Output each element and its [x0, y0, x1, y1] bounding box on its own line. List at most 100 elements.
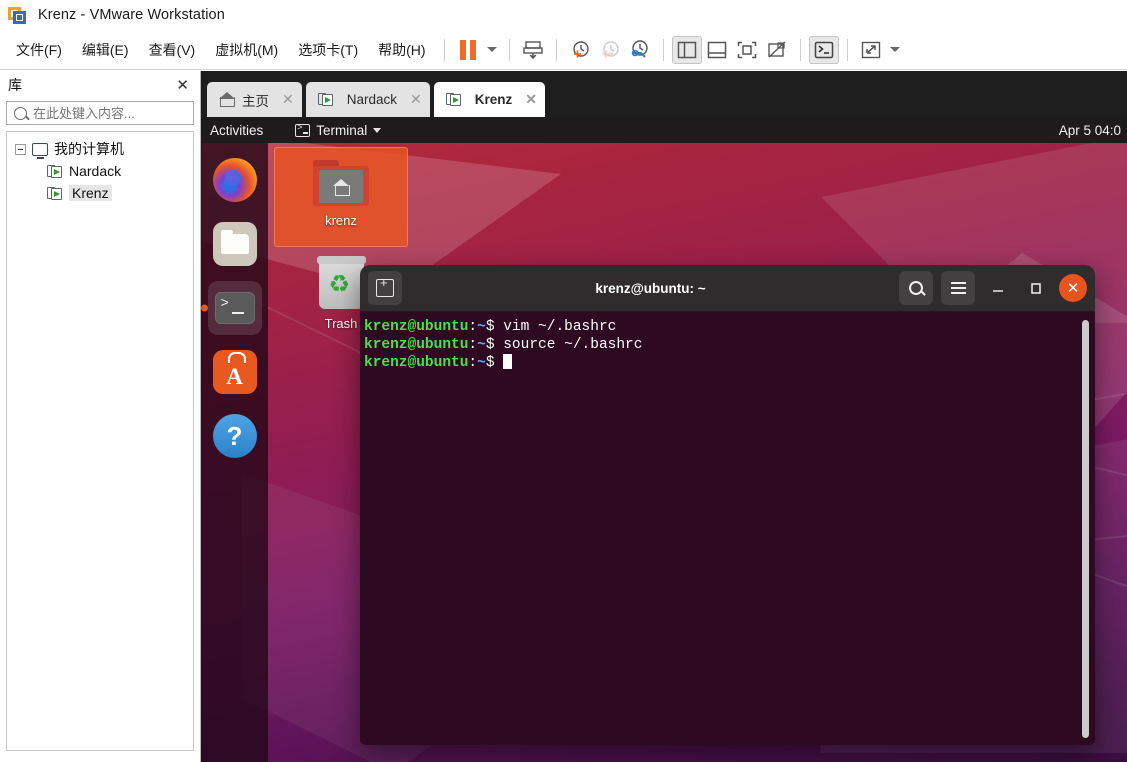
terminal-line: krenz@ubuntu:~$ source ~/.bashrc	[362, 336, 1095, 354]
dock-item-files[interactable]	[208, 217, 262, 271]
tree-item-nardack[interactable]: Nardack	[7, 160, 193, 182]
chevron-down-icon	[373, 127, 382, 133]
terminal-search-button[interactable]	[899, 271, 933, 305]
prompt-sign: $	[485, 355, 495, 371]
suspend-button[interactable]	[453, 36, 483, 64]
terminal-window[interactable]: krenz@ubuntu: ~	[360, 265, 1095, 745]
tab-nardack[interactable]: Nardack ✕	[305, 82, 430, 117]
prompt-path: ~	[477, 355, 486, 371]
tab-close-icon[interactable]: ✕	[410, 91, 422, 108]
search-icon	[14, 106, 27, 120]
maximize-icon	[1031, 283, 1041, 294]
system-clock[interactable]: Apr 5 04:0	[1059, 123, 1121, 138]
desktop-icon-label: Trash	[324, 316, 358, 331]
prompt-sign: $	[485, 337, 495, 353]
revert-snapshot-button[interactable]	[595, 36, 625, 64]
home-icon	[219, 91, 235, 107]
ubuntu-software-icon: A	[212, 350, 257, 394]
menu-view[interactable]: 查看(V)	[139, 36, 206, 64]
hide-console-view-button[interactable]	[762, 36, 792, 64]
terminal-line: krenz@ubuntu:~$ vim ~/.bashrc	[362, 318, 1095, 336]
fullscreen-button[interactable]	[856, 36, 886, 64]
clock-plus-icon	[572, 40, 589, 57]
menu-toolbar: 文件(F) 编辑(E) 查看(V) 虚拟机(M) 选项卡(T) 帮助(H)	[0, 30, 1127, 70]
show-thumbnail-bar-button[interactable]	[702, 36, 732, 64]
show-console-view-button[interactable]	[732, 36, 762, 64]
tree-item-krenz[interactable]: Krenz	[7, 182, 193, 204]
vm-icon	[317, 92, 335, 107]
collapse-icon[interactable]	[15, 143, 26, 155]
vm-console-screen[interactable]: Activities Terminal Apr 5 04:0 A	[201, 117, 1127, 762]
prompt-user-host: krenz@ubuntu	[364, 337, 469, 353]
help-question-icon: ?	[212, 414, 257, 458]
search-input[interactable]	[33, 105, 209, 121]
home-folder-icon	[313, 160, 369, 206]
firefox-icon	[212, 158, 257, 202]
tab-krenz[interactable]: Krenz ✕	[433, 82, 545, 117]
tab-home[interactable]: 主页 ✕	[207, 82, 302, 117]
snapshot-manager-button[interactable]	[625, 36, 655, 64]
terminal-title: krenz@ubuntu: ~	[595, 280, 706, 296]
app-menu-terminal[interactable]: Terminal	[295, 122, 382, 138]
hamburger-menu-icon	[950, 282, 966, 294]
tab-close-icon[interactable]: ✕	[525, 91, 537, 108]
library-header: 库 ✕	[0, 71, 200, 99]
window-title: Krenz - VMware Workstation	[38, 7, 225, 23]
terminal-cursor	[503, 354, 513, 369]
prompt-sign: $	[485, 319, 495, 335]
vm-icon	[445, 92, 463, 107]
dock-item-firefox[interactable]	[208, 153, 262, 207]
toolbar-divider	[846, 38, 848, 61]
minimize-icon	[993, 290, 1003, 292]
menu-tabs[interactable]: 选项卡(T)	[288, 36, 368, 64]
show-library-button[interactable]	[671, 35, 702, 64]
prompt-user-host: krenz@ubuntu	[364, 319, 469, 335]
library-close-icon[interactable]: ✕	[173, 76, 192, 94]
app-menu-label: Terminal	[316, 122, 368, 138]
window-titlebar: Krenz - VMware Workstation	[0, 0, 1127, 30]
send-ctrl-alt-del-button[interactable]	[518, 36, 548, 64]
tree-item-label: Krenz	[69, 185, 112, 201]
terminal-close-button[interactable]: ✕	[1059, 274, 1087, 302]
new-tab-button[interactable]	[368, 271, 402, 305]
prompt-path: ~	[477, 337, 486, 353]
expand-arrows-icon	[861, 41, 880, 58]
terminal-scrollbar[interactable]	[1082, 320, 1089, 738]
library-search-box[interactable]	[6, 101, 227, 125]
terminal-menu-button[interactable]	[941, 271, 975, 305]
power-dropdown-chevron-down-icon[interactable]	[486, 47, 497, 52]
prompt-path: ~	[477, 319, 486, 335]
activities-button[interactable]: Activities	[201, 123, 275, 138]
panel-left-icon	[677, 41, 696, 58]
panel-bottom-icon	[707, 41, 726, 58]
menu-edit[interactable]: 编辑(E)	[72, 36, 139, 64]
files-folder-icon	[212, 222, 257, 266]
desktop-icon-label: krenz	[325, 213, 357, 228]
fullscreen-dropdown-chevron-down-icon[interactable]	[889, 47, 900, 52]
clock-back-icon	[601, 40, 619, 58]
menu-vm[interactable]: 虚拟机(M)	[205, 36, 288, 64]
unity-mode-button[interactable]	[808, 35, 839, 64]
menu-file[interactable]: 文件(F)	[6, 36, 72, 64]
dock-item-terminal[interactable]	[207, 281, 262, 335]
new-tab-icon	[376, 275, 394, 297]
frame-off-icon	[767, 40, 786, 58]
ubuntu-top-bar: Activities Terminal Apr 5 04:0	[201, 117, 1127, 143]
menu-help[interactable]: 帮助(H)	[368, 36, 435, 64]
terminal-maximize-button[interactable]	[1021, 273, 1051, 303]
dock-item-help[interactable]: ?	[208, 409, 262, 463]
terminal-minimize-button[interactable]	[983, 273, 1013, 303]
toolbar-divider	[555, 38, 557, 61]
tree-item-label: 我的计算机	[54, 141, 124, 157]
tree-item-my-computer[interactable]: 我的计算机	[7, 138, 193, 160]
clock-wrench-icon	[631, 39, 648, 58]
fullscreen-frame-icon	[737, 41, 756, 58]
desktop-icon-home-folder[interactable]: krenz	[274, 147, 408, 247]
toolbar-divider	[443, 38, 445, 61]
prompt-colon: :	[468, 337, 478, 353]
trash-icon: ♻	[316, 256, 366, 309]
take-snapshot-button[interactable]	[565, 36, 595, 64]
terminal-output-area[interactable]: krenz@ubuntu:~$ vim ~/.bashrc krenz@ubun…	[360, 312, 1095, 745]
tab-close-icon[interactable]: ✕	[282, 91, 294, 108]
dock-item-software[interactable]: A	[208, 345, 262, 399]
